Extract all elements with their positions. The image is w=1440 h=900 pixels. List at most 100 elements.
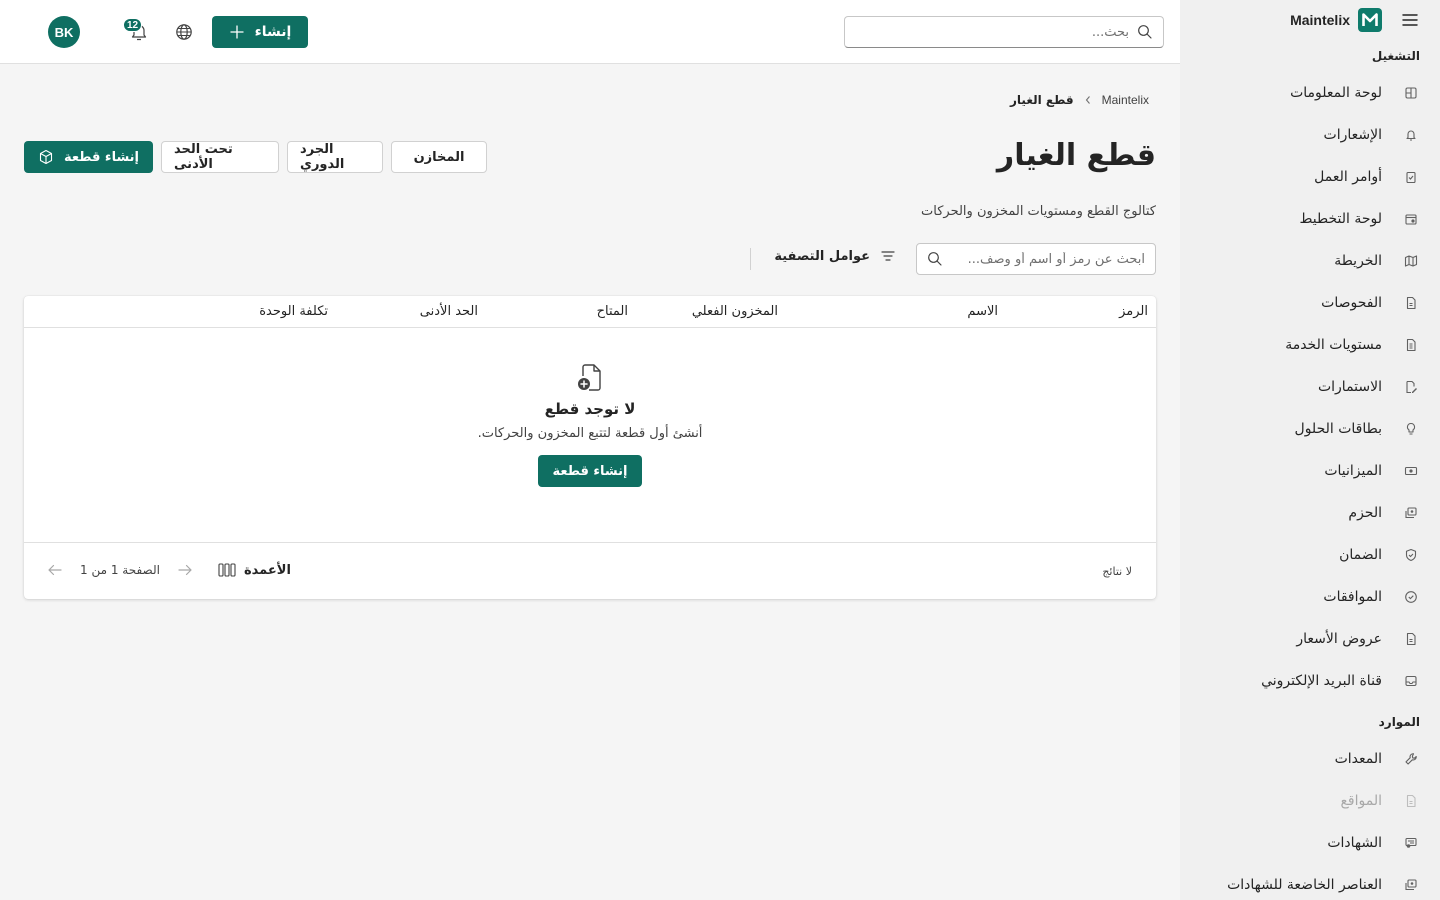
hamburger-menu-icon[interactable] [1400, 10, 1420, 30]
sidebar-item-label: الميزانيات [1324, 463, 1382, 479]
column-header-unit-cost[interactable]: تكلفة الوحدة [259, 304, 328, 319]
sidebar-item-label: المعدات [1334, 751, 1382, 767]
user-avatar[interactable]: BK [48, 16, 80, 48]
sidebar-item-label: الحزم [1348, 505, 1382, 521]
toolbar-divider [750, 248, 751, 270]
sidebar-item-warranty[interactable]: الضمان [1180, 534, 1440, 576]
filters-label: عوامل التصفية [774, 248, 870, 264]
parts-search-input[interactable] [951, 251, 1145, 267]
arrow-right-icon[interactable] [176, 561, 194, 579]
arrow-left-icon[interactable] [46, 561, 64, 579]
sidebar-item-label: لوحة المعلومات [1290, 85, 1382, 101]
column-header-minimum[interactable]: الحد الأدنى [420, 304, 478, 319]
lightbulb-icon [1404, 422, 1418, 436]
brand-name: Maintelix [1290, 12, 1350, 28]
filters-button[interactable]: عوامل التصفية [774, 248, 896, 264]
sidebar-item-label: الشهادات [1327, 835, 1382, 851]
page-title: قطع الغيار [996, 138, 1156, 173]
search-icon [1137, 24, 1153, 40]
brand-logo-icon [1358, 8, 1382, 32]
columns-label: الأعمدة [244, 562, 291, 578]
sidebar-item-label: الاستمارات [1317, 379, 1382, 395]
clipboard-icon [1404, 170, 1418, 184]
column-header-available[interactable]: المتاح [597, 304, 628, 319]
cycle-count-button[interactable]: الجرد الدوري [287, 141, 384, 173]
sidebar-item-email-channel[interactable]: قناة البريد الإلكتروني [1180, 660, 1440, 702]
certificate-icon [1404, 836, 1418, 850]
sidebar-item-work-orders[interactable]: أوامر العمل [1180, 156, 1440, 198]
sidebar-item-certified-items[interactable]: العناصر الخاضعة للشهادات [1180, 864, 1440, 900]
column-header-name[interactable]: الاسم [967, 304, 998, 319]
empty-state-create-button[interactable]: إنشاء قطعة [538, 455, 642, 487]
parts-search[interactable] [916, 243, 1156, 275]
globe-icon[interactable] [174, 22, 194, 42]
table-header: الرمز الاسم المخزون الفعلي المتاح الحد ا… [24, 296, 1156, 328]
column-header-on-hand[interactable]: المخزون الفعلي [692, 304, 778, 319]
sidebar-item-budgets[interactable]: الميزانيات [1180, 450, 1440, 492]
global-search-input[interactable] [855, 24, 1129, 40]
global-search[interactable] [844, 16, 1164, 48]
empty-state-title: لا توجد قطع [544, 400, 636, 418]
wrench-icon [1404, 752, 1418, 766]
building-icon [1404, 794, 1418, 808]
document-icon [1404, 632, 1418, 646]
sidebar-item-dashboard[interactable]: لوحة المعلومات [1180, 72, 1440, 114]
sidebar-item-label: لوحة التخطيط [1299, 211, 1382, 227]
results-count: لا نتائج [1102, 565, 1132, 578]
sidebar-item-packages[interactable]: الحزم [1180, 492, 1440, 534]
columns-icon [218, 562, 236, 578]
sidebar-section-operations: التشغيل [1371, 49, 1420, 63]
breadcrumb-current: قطع الغيار [1010, 93, 1074, 107]
calendar-icon [1404, 212, 1418, 226]
sidebar-item-notifications[interactable]: الإشعارات [1180, 114, 1440, 156]
shield-check-icon [1404, 548, 1418, 562]
parts-table: الرمز الاسم المخزون الفعلي المتاح الحد ا… [24, 296, 1156, 599]
sidebar-item-label: الخريطة [1334, 253, 1382, 269]
sidebar-item-label: بطاقات الحلول [1294, 421, 1382, 437]
empty-state-description: أنشئ أول قطعة لتتبع المخزون والحركات. [477, 426, 703, 441]
columns-button[interactable]: الأعمدة [218, 562, 291, 578]
page-actions: إنشاء قطعة تحت الحد الأدنى الجرد الدوري … [24, 141, 488, 173]
top-bar: إنشاء 12 BK [0, 0, 1180, 64]
create-part-button[interactable]: إنشاء قطعة [24, 141, 154, 173]
main-content: Maintelix قطع الغيار قطع الغيار كتالوج ا… [0, 64, 1180, 900]
sidebar: Maintelix التشغيل لوحة المعلومات الإشعار… [1180, 0, 1440, 900]
box-multiple-icon [1404, 506, 1418, 520]
sidebar-item-sites[interactable]: المواقع [1180, 780, 1440, 822]
money-icon [1404, 464, 1418, 478]
column-header-code[interactable]: الرمز [1119, 304, 1148, 319]
filter-icon [880, 248, 896, 264]
create-button-label: إنشاء [254, 24, 292, 40]
sidebar-item-label: قناة البريد الإلكتروني [1261, 673, 1382, 689]
page-info: الصفحة 1 من 1 [80, 563, 160, 577]
sidebar-item-map[interactable]: الخريطة [1180, 240, 1440, 282]
page-subtitle: كتالوج القطع ومستويات المخزون والحركات [921, 204, 1156, 219]
breadcrumb-root-link[interactable]: Maintelix [1102, 93, 1149, 107]
sidebar-section-resources: الموارد [1378, 715, 1420, 729]
sidebar-item-label: العناصر الخاضعة للشهادات [1227, 877, 1382, 893]
sidebar-item-equipment[interactable]: المعدات [1180, 738, 1440, 780]
plus-icon [229, 24, 245, 40]
sidebar-item-inspections[interactable]: الفحوصات [1180, 282, 1440, 324]
below-minimum-button[interactable]: تحت الحد الأدنى [161, 141, 280, 173]
sidebar-item-label: الضمان [1339, 547, 1382, 563]
warehouses-button[interactable]: المخازن [391, 141, 488, 173]
table-footer: لا نتائج الأعمدة الصفحة 1 من 1 [24, 542, 1156, 599]
cube-icon [38, 149, 54, 165]
sidebar-item-service-levels[interactable]: مستويات الخدمة [1180, 324, 1440, 366]
document-icon [1404, 338, 1418, 352]
sidebar-item-label: الفحوصات [1321, 295, 1382, 311]
document-add-icon [576, 362, 604, 392]
brand[interactable]: Maintelix [1290, 8, 1382, 32]
sidebar-item-planning-board[interactable]: لوحة التخطيط [1180, 198, 1440, 240]
sidebar-item-approvals[interactable]: الموافقات [1180, 576, 1440, 618]
sidebar-item-forms[interactable]: الاستمارات [1180, 366, 1440, 408]
notification-count-badge: 12 [123, 18, 143, 32]
sidebar-item-solution-cards[interactable]: بطاقات الحلول [1180, 408, 1440, 450]
sidebar-item-quotes[interactable]: عروض الأسعار [1180, 618, 1440, 660]
sidebar-header: Maintelix [1180, 0, 1440, 40]
sidebar-item-label: المواقع [1340, 793, 1382, 809]
sidebar-item-certificates[interactable]: الشهادات [1180, 822, 1440, 864]
create-button[interactable]: إنشاء [212, 16, 308, 48]
breadcrumb: Maintelix قطع الغيار [1010, 93, 1149, 107]
